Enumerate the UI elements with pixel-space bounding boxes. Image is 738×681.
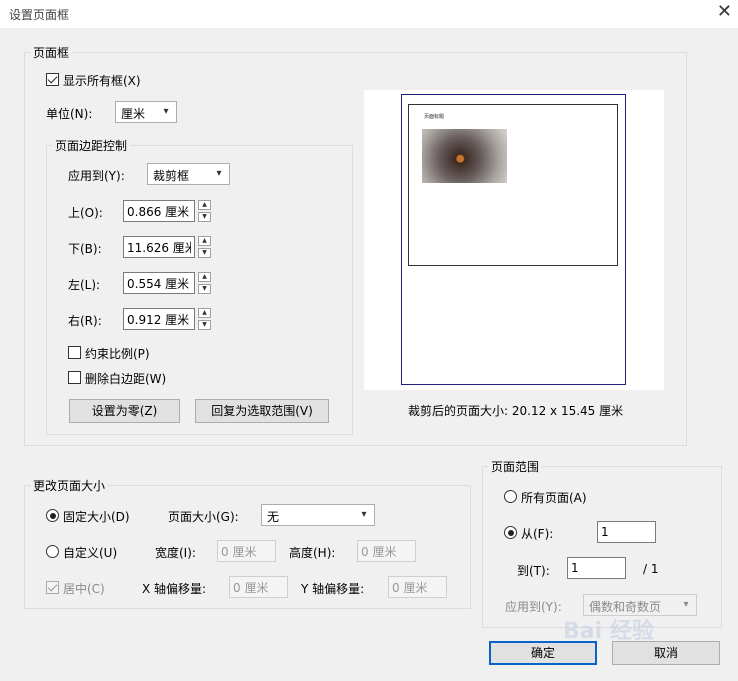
bottom-margin-label: 下(B): [68,242,102,256]
preview-page: 页面标题 [401,94,626,385]
y-offset-input[interactable] [388,576,447,598]
spin-down-icon[interactable]: ▼ [198,284,211,294]
width-input[interactable] [217,540,276,562]
from-page-label: 从(F): [521,527,554,541]
center-label: 居中(C) [63,582,105,596]
from-page-radio[interactable] [504,526,517,539]
title-bar [0,0,738,28]
apply-to-value: 裁剪框 [153,169,190,183]
fixed-size-radio[interactable] [46,509,59,522]
spin-up-icon[interactable]: ▲ [198,308,211,318]
center-checkbox[interactable] [46,581,59,594]
chevron-down-icon: ▾ [163,106,169,117]
bottom-margin-input[interactable] [123,236,195,258]
chevron-down-icon: ▾ [361,509,367,520]
watermark-logo: Bai 经验 [563,619,654,644]
to-page-label: 到(T): [517,564,550,578]
page-range-apply-to-label: 应用到(Y): [505,600,562,614]
constrain-ratio-label: 约束比例(P) [85,347,150,361]
total-pages-text: / 1 [643,562,659,576]
width-label: 宽度(I): [155,546,196,560]
left-margin-label: 左(L): [68,278,101,292]
y-offset-label: Y 轴偏移量: [301,582,365,596]
height-label: 高度(H): [289,546,336,560]
unit-label: 单位(N): [46,107,93,121]
x-offset-label: X 轴偏移量: [142,582,207,596]
show-all-boxes-checkbox[interactable] [46,73,59,86]
window-title: 设置页面框 [9,8,70,22]
right-margin-input[interactable] [123,308,195,330]
from-page-input[interactable] [597,521,656,543]
right-margin-label: 右(R): [68,314,102,328]
chevron-down-icon: ▾ [216,168,222,179]
show-all-boxes-label: 显示所有框(X) [63,74,141,88]
set-to-zero-button[interactable]: 设置为零(Z) [69,399,180,423]
unit-select[interactable]: 厘米 ▾ [115,101,177,123]
spin-down-icon[interactable]: ▼ [198,320,211,330]
revert-to-selection-button[interactable]: 回复为选取范围(V) [195,399,329,423]
height-input[interactable] [357,540,416,562]
margin-control-group-label: 页面边距控制 [52,137,131,154]
to-page-input[interactable] [567,557,626,579]
custom-size-radio[interactable] [46,545,59,558]
remove-white-margins-checkbox[interactable] [68,371,81,384]
close-icon[interactable]: ✕ [717,3,732,21]
page-box-group-label: 页面框 [30,44,73,61]
apply-to-label: 应用到(Y): [68,169,125,183]
left-margin-spinner[interactable]: ▲ ▼ [198,272,211,294]
constrain-ratio-checkbox[interactable] [68,346,81,359]
preview-page-heading: 页面标题 [424,114,445,120]
page-size-label: 页面大小(G): [168,510,239,524]
right-margin-spinner[interactable]: ▲ ▼ [198,308,211,330]
chevron-down-icon: ▾ [683,599,689,610]
all-pages-label: 所有页面(A) [521,491,587,505]
top-margin-spinner[interactable]: ▲ ▼ [198,200,211,222]
all-pages-radio[interactable] [504,490,517,503]
spin-down-icon[interactable]: ▼ [198,212,211,222]
page-preview: 页面标题 [364,90,664,390]
page-range-group-label: 页面范围 [488,458,543,475]
top-margin-input[interactable] [123,200,195,222]
remove-white-margins-label: 删除白边距(W) [85,372,167,386]
x-offset-input[interactable] [229,576,288,598]
spin-up-icon[interactable]: ▲ [198,272,211,282]
bottom-margin-spinner[interactable]: ▲ ▼ [198,236,211,258]
spin-up-icon[interactable]: ▲ [198,200,211,210]
crop-box-outline: 页面标题 [408,104,618,266]
resize-group-label: 更改页面大小 [30,477,109,494]
spin-down-icon[interactable]: ▼ [198,248,211,258]
spin-up-icon[interactable]: ▲ [198,236,211,246]
unit-value: 厘米 [121,107,146,121]
apply-to-select[interactable]: 裁剪框 ▾ [147,163,230,185]
fixed-size-label: 固定大小(D) [63,510,130,524]
top-margin-label: 上(O): [68,206,103,220]
custom-size-label: 自定义(U) [63,546,118,560]
left-margin-input[interactable] [123,272,195,294]
preview-image [422,129,507,183]
cropped-size-text: 裁剪后的页面大小: 20.12 x 15.45 厘米 [408,404,624,418]
page-size-select[interactable]: 无 ▾ [261,504,375,526]
page-size-value: 无 [267,510,280,524]
